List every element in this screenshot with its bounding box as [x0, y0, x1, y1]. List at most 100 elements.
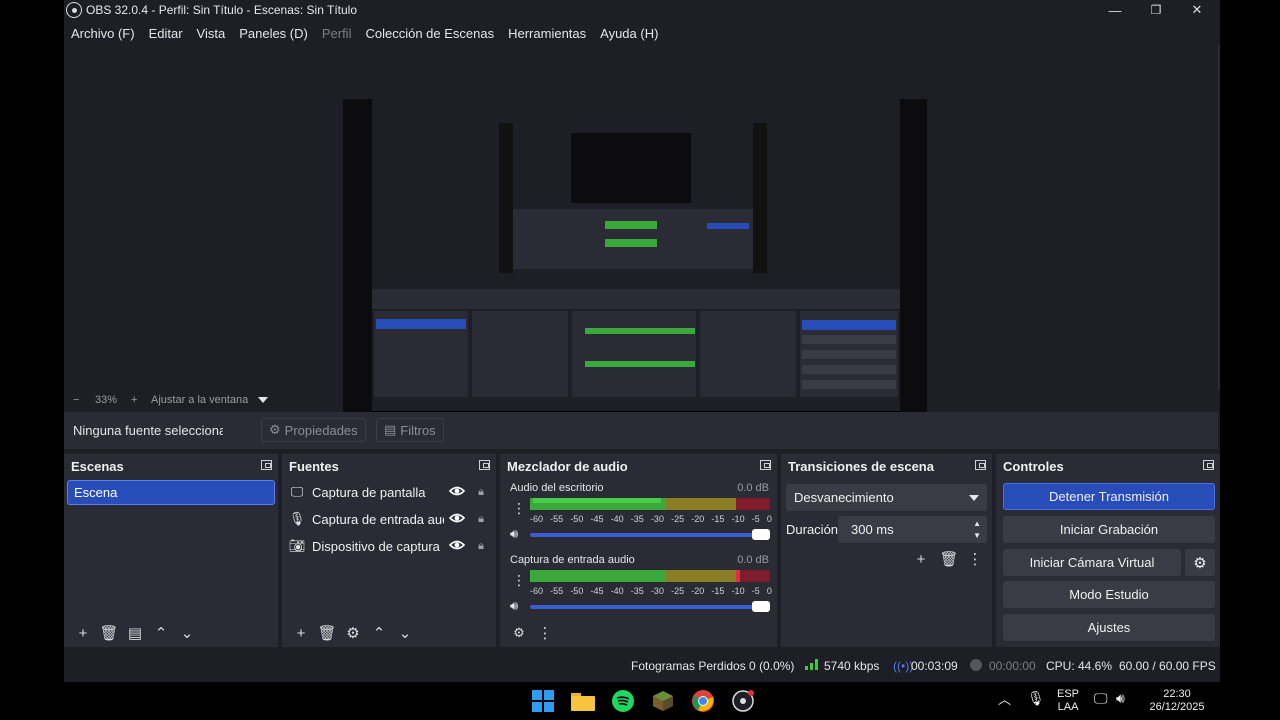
gear-icon: ⚙ [269, 422, 281, 437]
move-down-icon[interactable]: ⌄ [392, 622, 418, 644]
spotify-icon[interactable] [610, 688, 636, 714]
taskbar: ︿ 🎙︎ ESP LAA 🖵 🔊︎ 22:30 26/12/2025 [0, 682, 1280, 720]
network-icon[interactable]: 🖵 [1094, 691, 1108, 705]
volume-slider[interactable] [530, 529, 770, 540]
channel-db: 0.0 dB [737, 554, 769, 566]
undock-icon[interactable] [1203, 460, 1214, 470]
mixer-menu-icon[interactable]: ⋮ [532, 622, 558, 644]
undock-icon[interactable] [479, 460, 490, 470]
start-recording-button[interactable]: Iniciar Grabación [1003, 516, 1215, 543]
lock-icon[interactable]: 🔒︎ [474, 513, 488, 526]
status-bar: Fotogramas Perdidos 0 (0.0%) 5740 kbps (… [64, 651, 1220, 679]
stop-streaming-button[interactable]: Detener Transmisión [1003, 483, 1215, 510]
delete-transition-icon[interactable]: 🗑 [936, 548, 962, 570]
zoom-out-button[interactable]: − [73, 394, 79, 406]
maximize-button[interactable]: ❐ [1136, 0, 1176, 20]
menu-file[interactable]: Archivo (F) [64, 26, 142, 41]
move-up-icon[interactable]: ⌃ [148, 622, 174, 644]
move-down-icon[interactable]: ⌄ [174, 622, 200, 644]
menu-docks[interactable]: Paneles (D) [232, 26, 315, 41]
chrome-icon[interactable] [690, 688, 716, 714]
minecraft-icon[interactable] [650, 688, 676, 714]
chevron-up-icon[interactable]: ︿ [998, 693, 1011, 706]
file-explorer-icon[interactable] [570, 688, 596, 714]
speaker-icon[interactable]: 🔊︎ [510, 598, 518, 614]
zoom-bar: − 33% + Ajustar a la ventana [64, 391, 1218, 409]
menu-scene-collection[interactable]: Colección de Escenas [358, 26, 501, 41]
channel-name: Captura de entrada audio [510, 554, 635, 566]
add-transition-icon[interactable]: + [908, 548, 934, 570]
stream-time: 00:03:09 [911, 659, 958, 673]
mixer-header: Mezclador de audio [500, 454, 777, 478]
mixer-toolbar: ⚙ ⋮ [500, 619, 777, 647]
obs-taskbar-icon[interactable] [730, 688, 756, 714]
microphone-tray-icon[interactable]: 🎙︎ [1027, 691, 1045, 705]
windows-start-icon[interactable] [530, 688, 556, 714]
source-item[interactable]: 🖵 Captura de pantalla 🔒︎ [288, 479, 488, 505]
source-properties-icon[interactable]: ⚙ [340, 622, 366, 644]
camera-icon: 📷︎ [288, 538, 306, 553]
duration-spinbox[interactable]: 300 ms ▲ ▼ [838, 516, 987, 543]
lock-icon[interactable]: 🔒︎ [474, 540, 488, 553]
source-item[interactable]: 🎙︎ Captura de entrada audio 🔒︎ [288, 506, 488, 532]
undock-icon[interactable] [760, 460, 771, 470]
advanced-audio-icon[interactable]: ⚙ [506, 622, 532, 644]
channel-menu-icon[interactable]: ⋮ [512, 500, 526, 517]
add-source-icon[interactable]: + [288, 622, 314, 644]
scene-filters-icon[interactable]: ▤ [122, 622, 148, 644]
close-button[interactable]: ✕ [1177, 0, 1217, 20]
move-up-icon[interactable]: ⌃ [366, 622, 392, 644]
volume-slider[interactable] [530, 601, 770, 612]
scenes-dock: Escenas Escena + 🗑 ▤ ⌃ ⌄ [64, 454, 278, 647]
no-source-selected-label: Ninguna fuente seleccionada [73, 423, 223, 438]
scene-transitions-dock: Transiciones de escena Desvanecimiento D… [781, 454, 992, 647]
undock-icon[interactable] [975, 460, 986, 470]
delete-source-icon[interactable]: 🗑 [314, 622, 340, 644]
preview-canvas[interactable] [343, 99, 927, 428]
settings-button[interactable]: Ajustes [1003, 614, 1215, 641]
menu-tools[interactable]: Herramientas [501, 26, 593, 41]
scene-item[interactable]: Escena [67, 480, 275, 505]
language-indicator[interactable]: ESP LAA [1057, 688, 1079, 714]
filters-button[interactable]: ▤ Filtros [376, 418, 444, 442]
start-virtual-camera-button[interactable]: Iniciar Cámara Virtual [1003, 549, 1181, 576]
minimize-button[interactable]: — [1095, 0, 1135, 20]
spin-down-icon[interactable]: ▼ [973, 531, 981, 540]
visibility-eye-icon[interactable] [448, 539, 466, 554]
zoom-in-button[interactable]: + [131, 394, 137, 406]
studio-mode-button[interactable]: Modo Estudio [1003, 581, 1215, 608]
add-scene-icon[interactable]: + [70, 622, 96, 644]
filter-icon: ▤ [384, 422, 397, 437]
lock-icon[interactable]: 🔒︎ [474, 486, 488, 499]
zoom-dropdown-icon[interactable] [258, 397, 268, 403]
menu-view[interactable]: Vista [190, 26, 233, 41]
dropped-frames: Fotogramas Perdidos 0 (0.0%) [631, 659, 795, 673]
visibility-eye-icon[interactable] [448, 485, 466, 500]
controls-dock: Controles Detener Transmisión Iniciar Gr… [996, 454, 1220, 647]
virtual-camera-settings-gear-icon[interactable]: ⚙ [1185, 549, 1215, 576]
preview-area[interactable] [64, 45, 1218, 428]
menu-profile[interactable]: Perfil [315, 26, 359, 41]
speaker-icon[interactable]: 🔊︎ [510, 526, 518, 542]
source-item[interactable]: 📷︎ Dispositivo de captura de video 🔒︎ [288, 533, 488, 559]
transition-menu-icon[interactable]: ⋮ [962, 548, 988, 570]
menu-help[interactable]: Ayuda (H) [593, 26, 665, 41]
menu-edit[interactable]: Editar [142, 26, 190, 41]
preview-scrollbar[interactable] [1218, 45, 1220, 390]
signal-bars-icon [805, 658, 819, 673]
undock-icon[interactable] [261, 460, 272, 470]
bitrate: 5740 kbps [824, 659, 880, 673]
delete-scene-icon[interactable]: 🗑 [96, 622, 122, 644]
properties-button[interactable]: ⚙ Propiedades [261, 418, 366, 442]
clock[interactable]: 22:30 26/12/2025 [1144, 688, 1210, 714]
visibility-eye-icon[interactable] [448, 512, 466, 527]
monitor-icon: 🖵 [290, 484, 304, 499]
volume-icon[interactable]: 🔊︎ [1116, 691, 1125, 705]
fit-to-window-label[interactable]: Ajustar a la ventana [151, 394, 248, 406]
volume-slider-handle[interactable] [752, 601, 770, 612]
transition-select[interactable]: Desvanecimiento [786, 484, 987, 511]
obs-window: OBS 32.0.4 - Perfil: Sin Título - Escena… [64, 0, 1220, 682]
channel-menu-icon[interactable]: ⋮ [512, 572, 526, 589]
spin-up-icon[interactable]: ▲ [973, 519, 981, 528]
volume-slider-handle[interactable] [752, 529, 770, 540]
